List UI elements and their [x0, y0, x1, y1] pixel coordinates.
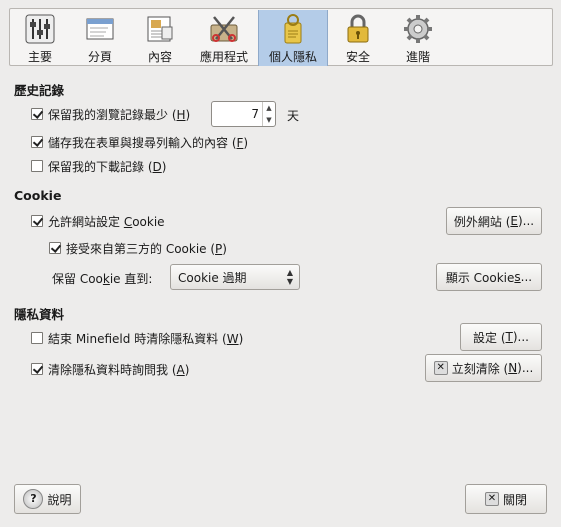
ask-before-clear-label: 清除隱私資料時詢問我 (A)	[48, 362, 190, 377]
tabs-icon	[86, 18, 114, 40]
private-data-settings-button[interactable]: 設定 (T)...	[460, 323, 542, 351]
cookie-heading: Cookie	[14, 188, 62, 203]
third-party-cookies-option[interactable]: 接受來自第三方的 Cookie (P)	[49, 238, 227, 258]
cookie-exceptions-button[interactable]: 例外網站 (E)...	[446, 207, 542, 235]
help-icon: ?	[23, 489, 44, 509]
sliders-icon	[25, 14, 55, 44]
help-button-label: 說明	[47, 492, 72, 507]
accept-cookies-option[interactable]: 允許網站設定 Cookie	[31, 211, 165, 231]
chevron-down-icon[interactable]: ▼	[263, 114, 275, 126]
history-heading: 歷史記錄	[14, 83, 65, 98]
keep-until-select[interactable]: Cookie 過期 ▲ ▼	[170, 264, 300, 290]
clear-on-close-option[interactable]: 結束 Minefield 時清除隱私資料 (W)	[31, 328, 243, 348]
accept-cookies-label: 允許網站設定 Cookie	[48, 214, 165, 229]
ask-before-clear-checkbox[interactable]	[31, 363, 43, 375]
remember-downloads-option[interactable]: 保留我的下載記錄 (D)	[31, 156, 166, 176]
tab-security-label: 安全	[345, 50, 370, 64]
days-unit-label: 天	[287, 109, 300, 123]
tab-privacy-label: 個人隱私	[268, 50, 317, 64]
third-party-cookies-label: 接受來自第三方的 Cookie (P)	[66, 241, 227, 256]
remember-downloads-checkbox[interactable]	[31, 160, 43, 172]
tab-tabs-label: 分頁	[87, 50, 112, 64]
chevron-up-icon[interactable]: ▲	[263, 102, 275, 114]
tab-content-label: 內容	[147, 50, 172, 64]
keep-until-value: Cookie 過期	[178, 270, 247, 285]
show-cookies-button[interactable]: 顯示 Cookie s...	[436, 263, 542, 291]
keep-history-label: 保留我的瀏覽記錄最少 (H)	[48, 107, 191, 122]
chevron-updown-icon: ▲ ▼	[286, 268, 293, 286]
close-icon: ✕	[484, 492, 499, 506]
remember-forms-label: 儲存我在表單與搜尋列輸入的內容 (F)	[48, 135, 249, 150]
door-hanger-icon	[284, 14, 302, 44]
history-days-value: 7	[251, 107, 259, 121]
content-icon	[147, 16, 173, 42]
third-party-cookies-checkbox[interactable]	[49, 242, 61, 254]
keep-until-label: 保留 Cookie 直到:	[52, 272, 153, 286]
tab-advanced-label: 進階	[405, 50, 430, 64]
private-data-heading: 隱私資料	[14, 307, 65, 322]
clear-now-button[interactable]: ✕ 立刻清除 (N)...	[425, 354, 542, 382]
close-button[interactable]: ✕ 關閉	[465, 484, 547, 514]
remember-forms-checkbox[interactable]	[31, 136, 43, 148]
help-button[interactable]: ? 說明	[14, 484, 81, 514]
remember-forms-option[interactable]: 儲存我在表單與搜尋列輸入的內容 (F)	[31, 132, 248, 152]
tab-applications[interactable]: 應用程式	[190, 10, 258, 66]
tab-security[interactable]: 安全	[328, 10, 388, 66]
tab-main[interactable]: 主要	[10, 10, 70, 66]
remember-downloads-label: 保留我的下載記錄 (D)	[48, 159, 167, 174]
tab-privacy[interactable]: 個人隱私	[258, 10, 328, 66]
keep-history-checkbox[interactable]	[31, 108, 43, 120]
clear-on-close-label: 結束 Minefield 時清除隱私資料 (W)	[48, 331, 244, 346]
ask-before-clear-option[interactable]: 清除隱私資料時詢問我 (A)	[31, 359, 189, 379]
tab-tabs[interactable]: 分頁	[70, 10, 130, 66]
stepper-arrows[interactable]: ▲ ▼	[262, 102, 275, 126]
clear-icon: ✕	[433, 361, 448, 375]
history-days-stepper[interactable]: 7 ▲ ▼	[211, 101, 276, 127]
keep-history-option[interactable]: 保留我的瀏覽記錄最少 (H)	[31, 104, 190, 124]
accept-cookies-checkbox[interactable]	[31, 215, 43, 227]
lock-icon	[347, 14, 369, 43]
preferences-toolbar: 主要 分頁 內容 應用程式 個人隱私 安全 進階	[9, 8, 553, 66]
applications-icon	[210, 16, 238, 42]
tab-applications-label: 應用程式	[199, 50, 248, 64]
tab-advanced[interactable]: 進階	[388, 10, 448, 66]
close-button-label: 關閉	[502, 492, 527, 507]
gear-icon	[404, 15, 432, 43]
tab-content[interactable]: 內容	[130, 10, 190, 66]
clear-on-close-checkbox[interactable]	[31, 332, 43, 344]
tab-main-label: 主要	[27, 50, 52, 64]
